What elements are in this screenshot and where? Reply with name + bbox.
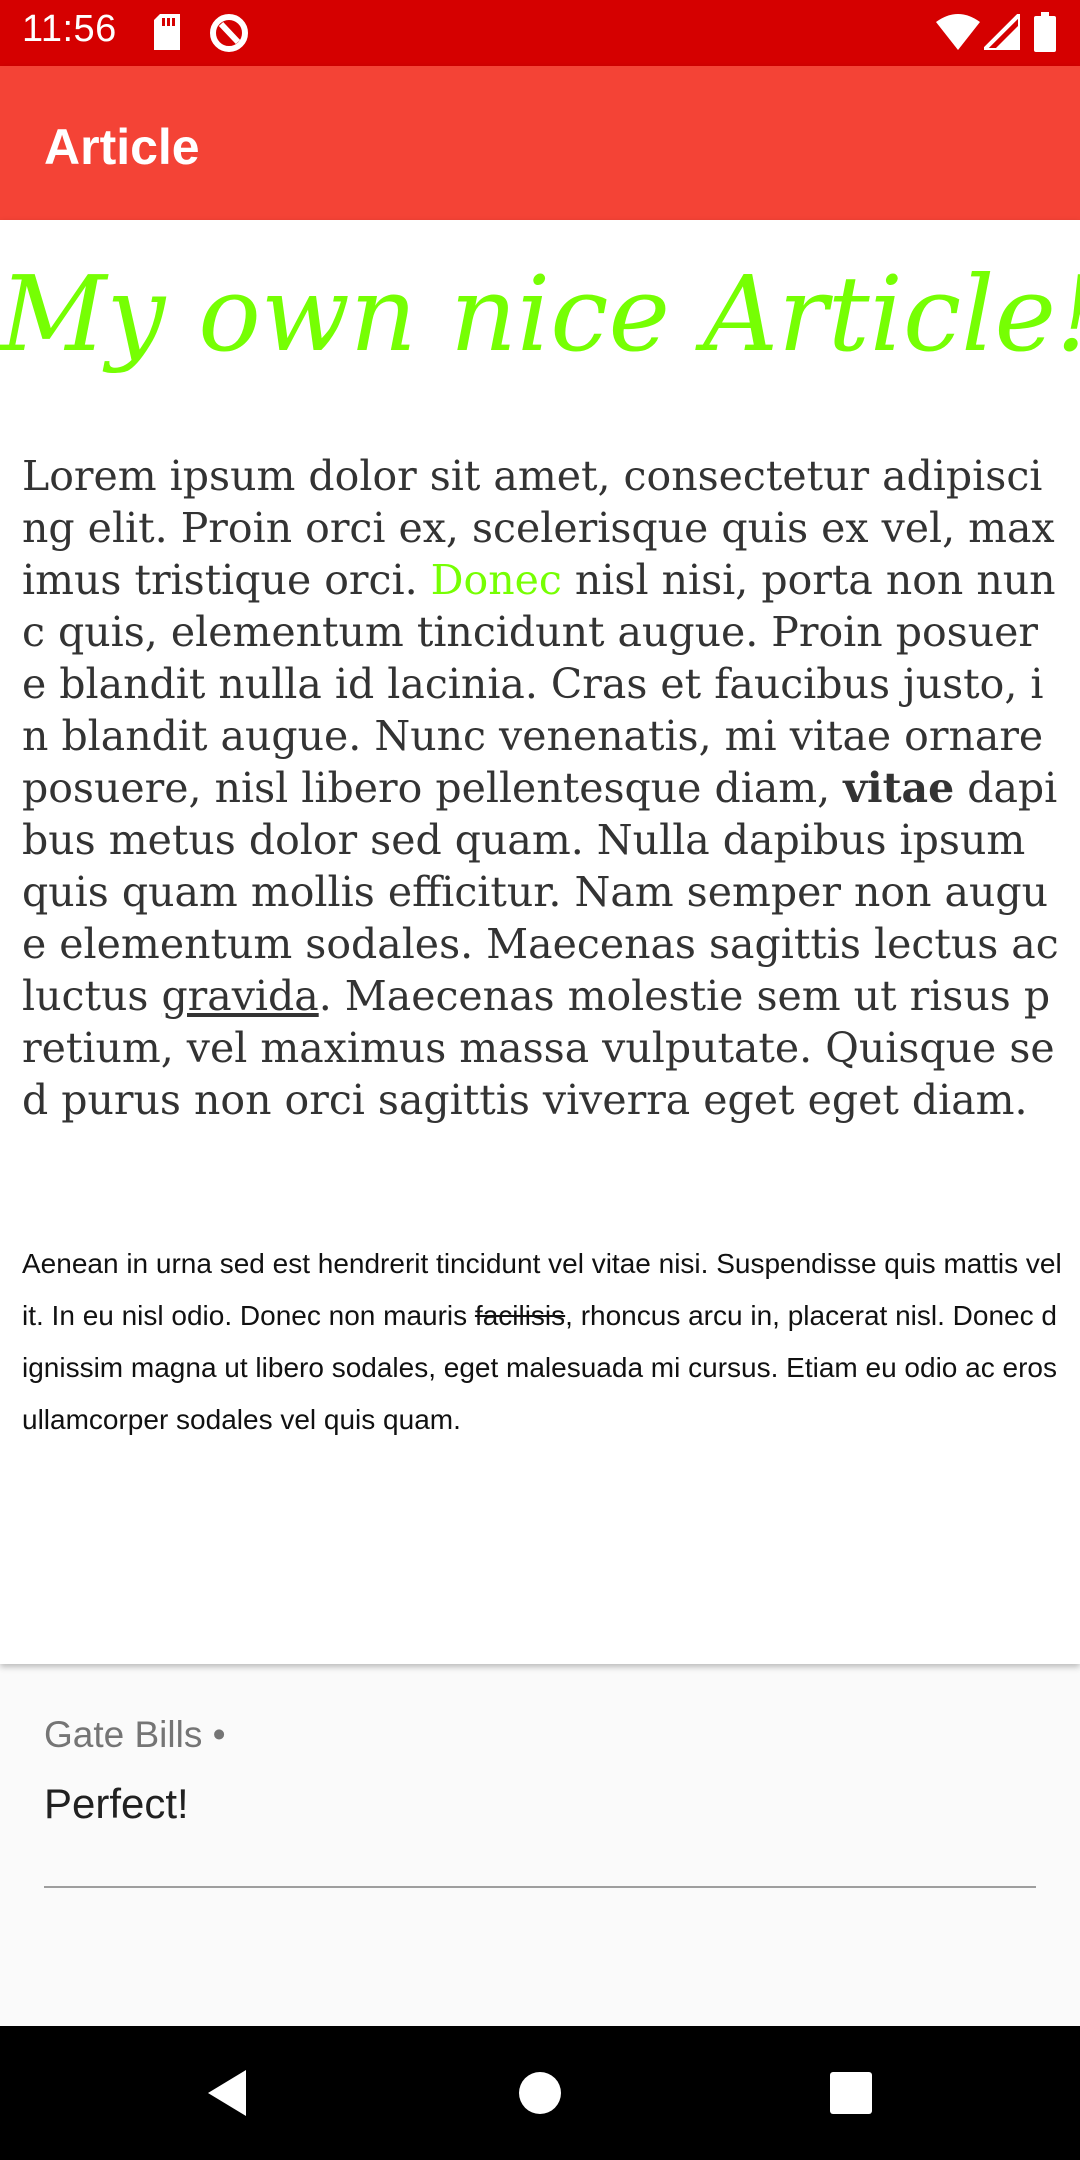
app-title: Article [44,119,200,175]
status-bar: 11:56 [0,0,1080,66]
article-heading: My own nice Article! [0,253,1080,375]
article-paragraph-1: Lorem ipsum dolor sit amet, consectetur … [22,450,1062,1126]
signal-icon [979,9,1022,55]
navigation-bar [0,2026,1080,2160]
article-paragraph-2: Aenean in urna sed est hendrerit tincidu… [22,1238,1062,1446]
battery-icon [1034,12,1056,57]
comment-divider [44,1886,1036,1888]
status-time: 11:56 [22,8,117,50]
underlined-text: gravida [161,972,319,1020]
comment-text: Perfect! [44,1780,189,1827]
bold-text: vitae [843,764,955,812]
sync-icon [208,12,250,59]
wifi-icon [936,14,980,55]
strikethrough-text: facilisis [474,1300,566,1331]
article-card: My own nice Article! Lorem ipsum dolor s… [0,220,1080,1664]
sd-card-icon [152,14,182,55]
recents-icon[interactable] [814,2056,888,2130]
back-icon[interactable] [192,2056,266,2130]
app-bar: Article [0,66,1080,220]
comment-author: Gate Bills • [44,1714,226,1755]
green-highlight-text: Donec [430,556,562,604]
home-icon[interactable] [503,2056,577,2130]
